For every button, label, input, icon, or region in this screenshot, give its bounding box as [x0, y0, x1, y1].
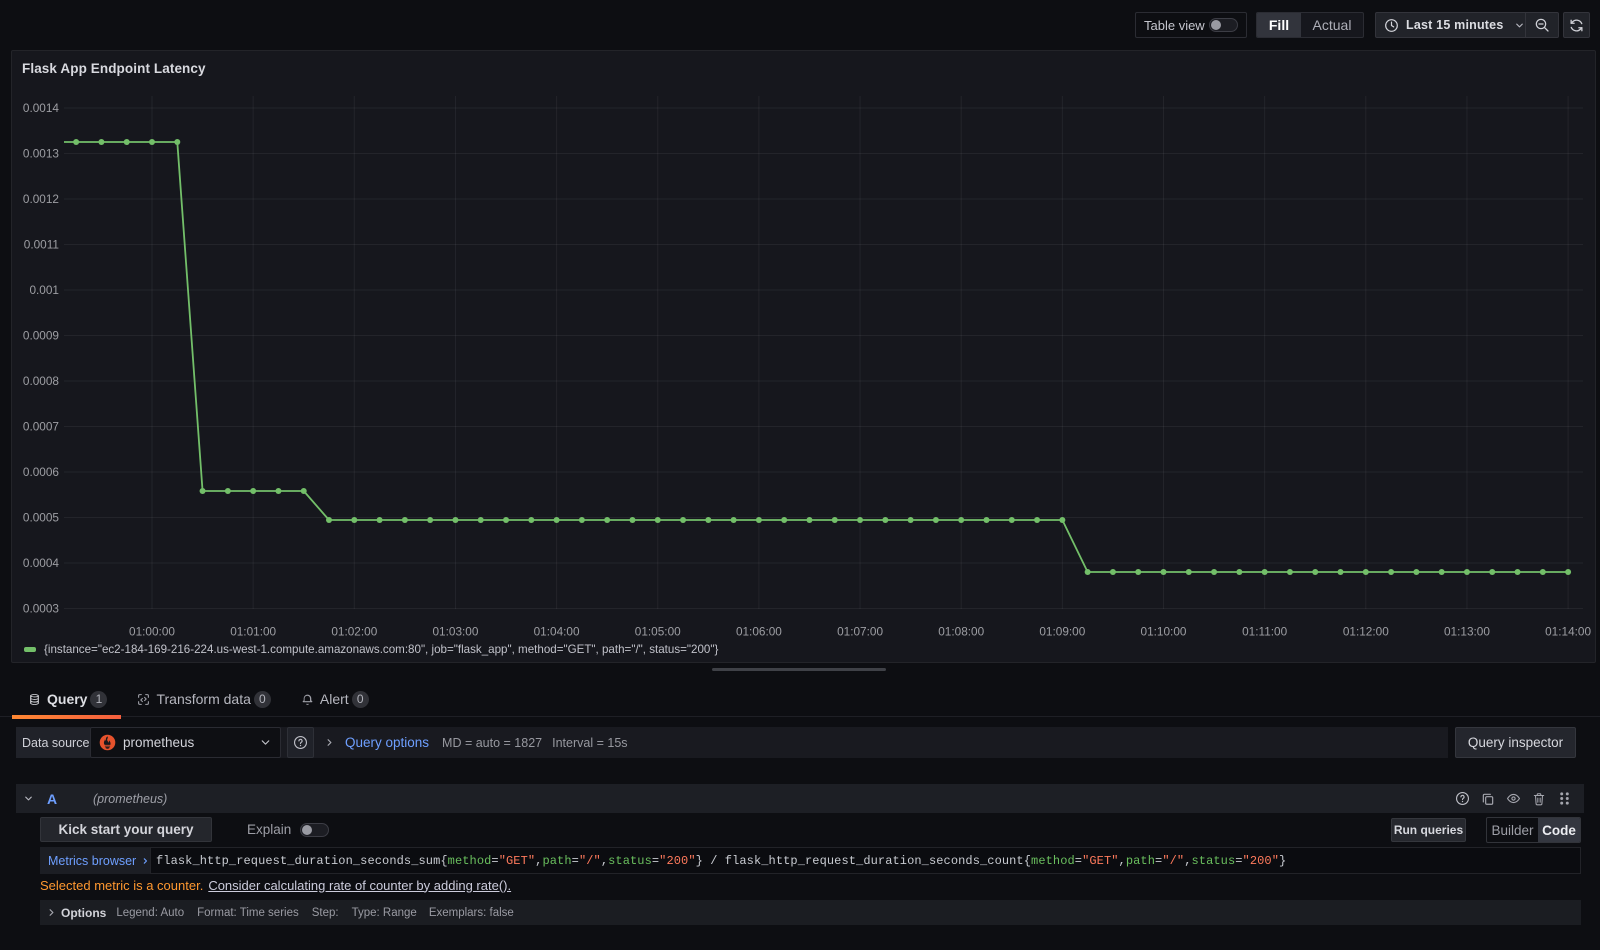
- svg-text:01:00:00: 01:00:00: [129, 625, 175, 639]
- svg-text:01:01:00: 01:01:00: [230, 625, 276, 639]
- svg-text:0.0014: 0.0014: [23, 101, 60, 115]
- svg-text:0.001: 0.001: [29, 283, 59, 297]
- svg-text:01:02:00: 01:02:00: [331, 625, 377, 639]
- svg-text:0.0011: 0.0011: [24, 238, 59, 252]
- svg-text:0.0012: 0.0012: [23, 192, 59, 206]
- svg-text:0.0006: 0.0006: [23, 465, 60, 479]
- svg-text:0.0003: 0.0003: [23, 602, 60, 616]
- svg-text:01:06:00: 01:06:00: [736, 625, 782, 639]
- svg-text:01:05:00: 01:05:00: [635, 625, 681, 639]
- svg-text:0.0007: 0.0007: [23, 420, 59, 434]
- svg-text:01:10:00: 01:10:00: [1141, 625, 1187, 639]
- svg-text:0.0005: 0.0005: [23, 511, 60, 525]
- svg-text:01:11:00: 01:11:00: [1242, 625, 1287, 639]
- svg-text:01:14:00: 01:14:00: [1545, 625, 1591, 639]
- svg-text:0.0009: 0.0009: [23, 329, 59, 343]
- svg-text:01:12:00: 01:12:00: [1343, 625, 1389, 639]
- svg-text:01:04:00: 01:04:00: [534, 625, 580, 639]
- svg-text:01:07:00: 01:07:00: [837, 625, 883, 639]
- svg-text:0.0013: 0.0013: [23, 147, 60, 161]
- svg-text:01:13:00: 01:13:00: [1444, 625, 1490, 639]
- svg-text:01:09:00: 01:09:00: [1039, 625, 1085, 639]
- svg-text:01:03:00: 01:03:00: [432, 625, 478, 639]
- svg-text:0.0004: 0.0004: [23, 556, 60, 570]
- svg-text:01:08:00: 01:08:00: [938, 625, 984, 639]
- svg-text:0.0008: 0.0008: [23, 374, 60, 388]
